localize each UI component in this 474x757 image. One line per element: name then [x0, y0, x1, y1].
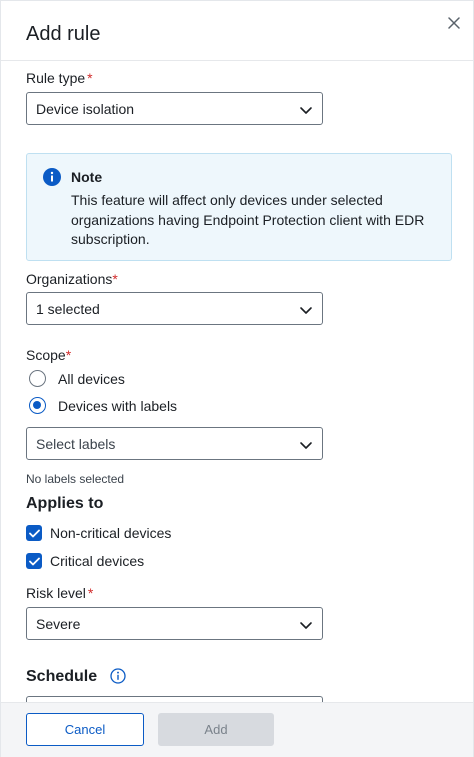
rule-type-select[interactable]: Device isolation	[26, 92, 323, 125]
chevron-down-icon	[300, 307, 312, 314]
checkbox-critical[interactable]: Critical devices	[26, 553, 144, 569]
checkbox-label: Non-critical devices	[50, 525, 172, 541]
required-mark: *	[87, 70, 93, 86]
checkbox[interactable]	[26, 525, 42, 541]
checkbox-label: Critical devices	[50, 553, 145, 569]
note-box: Note This feature will affect only devic…	[26, 153, 452, 261]
checkbox[interactable]	[26, 553, 42, 569]
dialog-title: Add rule	[26, 23, 101, 45]
scope-label: Scope*	[26, 347, 72, 363]
organizations-label: Organizations*	[26, 271, 118, 287]
radio-label: Devices with labels	[58, 397, 178, 414]
close-button[interactable]	[444, 13, 464, 33]
note-text: This feature will affect only devices un…	[71, 192, 425, 247]
cancel-button[interactable]: Cancel	[26, 713, 144, 746]
info-icon[interactable]	[110, 668, 126, 684]
chevron-down-icon	[300, 107, 312, 114]
organizations-value: 1 selected	[36, 300, 100, 317]
applies-to-title: Applies to	[26, 495, 104, 512]
chevron-down-icon	[300, 442, 312, 449]
schedule-title: Schedule	[26, 668, 98, 685]
close-icon	[448, 17, 460, 29]
radio-button[interactable]	[29, 397, 46, 414]
add-button[interactable]: Add	[158, 713, 274, 746]
add-rule-dialog: Add rule Rule type * Device isolation Not…	[0, 0, 474, 757]
labels-hint: No labels selected	[26, 472, 125, 486]
rule-type-label: Rule type *	[26, 70, 93, 86]
risk-level-label: Risk level *	[26, 585, 94, 601]
note-title: Note	[71, 169, 103, 185]
checkmark-icon	[28, 529, 40, 537]
checkmark-icon	[28, 557, 40, 565]
organizations-select[interactable]: 1 selected	[26, 292, 323, 325]
dialog-header: Add rule	[1, 1, 473, 61]
labels-placeholder: Select labels	[36, 435, 116, 452]
rule-type-value: Device isolation	[36, 100, 135, 117]
required-mark: *	[87, 585, 94, 601]
info-icon	[43, 168, 61, 186]
radio-all-devices[interactable]: All devices	[29, 370, 125, 387]
required-mark: *	[112, 271, 118, 287]
chevron-down-icon	[300, 622, 312, 629]
labels-select[interactable]: Select labels	[26, 427, 323, 460]
required-mark: *	[65, 347, 72, 363]
checkbox-non-critical[interactable]: Non-critical devices	[26, 525, 171, 541]
risk-level-value: Severe	[36, 615, 81, 632]
radio-button[interactable]	[29, 370, 46, 387]
radio-label: All devices	[58, 370, 125, 387]
risk-level-select[interactable]: Severe	[26, 607, 323, 640]
radio-devices-with-labels[interactable]: Devices with labels	[29, 397, 177, 414]
